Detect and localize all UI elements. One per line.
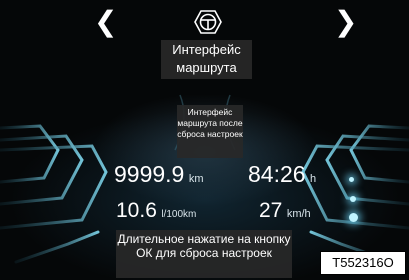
indicator-dot — [350, 196, 356, 202]
route-interface-caption: Интерфейс маршрута — [161, 40, 252, 79]
fuel-consumption: 10.6 l/100km — [116, 199, 196, 223]
average-speed: 27 km/h — [259, 199, 311, 223]
trip-distance-value: 9999.9 — [114, 161, 185, 187]
average-speed-value: 27 — [259, 199, 283, 222]
figure-code: T552316O — [320, 251, 406, 275]
trip-distance: 9999.9 km — [114, 161, 203, 188]
steering-wheel-icon — [193, 7, 223, 37]
average-speed-unit: km/h — [286, 208, 311, 220]
trip-interface-screen: ❮ ❯ Интерфейс маршрута Интерфейс маршрут… — [0, 0, 409, 280]
indicator-dot — [349, 213, 358, 222]
indicator-dot — [349, 177, 354, 182]
trip-time: 84:26 h — [248, 161, 316, 188]
next-page-arrow-icon[interactable]: ❯ — [334, 8, 357, 36]
long-press-ok-caption: Длительное нажатие на кнопку ОК для сбро… — [116, 230, 292, 278]
previous-page-arrow-icon[interactable]: ❮ — [94, 8, 117, 36]
fuel-consumption-unit: l/100km — [161, 209, 197, 220]
route-after-reset-caption: Интерфейс маршрута после сброса настроек — [177, 105, 243, 158]
fuel-consumption-value: 10.6 — [116, 199, 157, 222]
trip-distance-unit: km — [188, 173, 204, 185]
trip-time-value: 84:26 — [248, 161, 306, 187]
trip-time-unit: h — [310, 173, 317, 185]
